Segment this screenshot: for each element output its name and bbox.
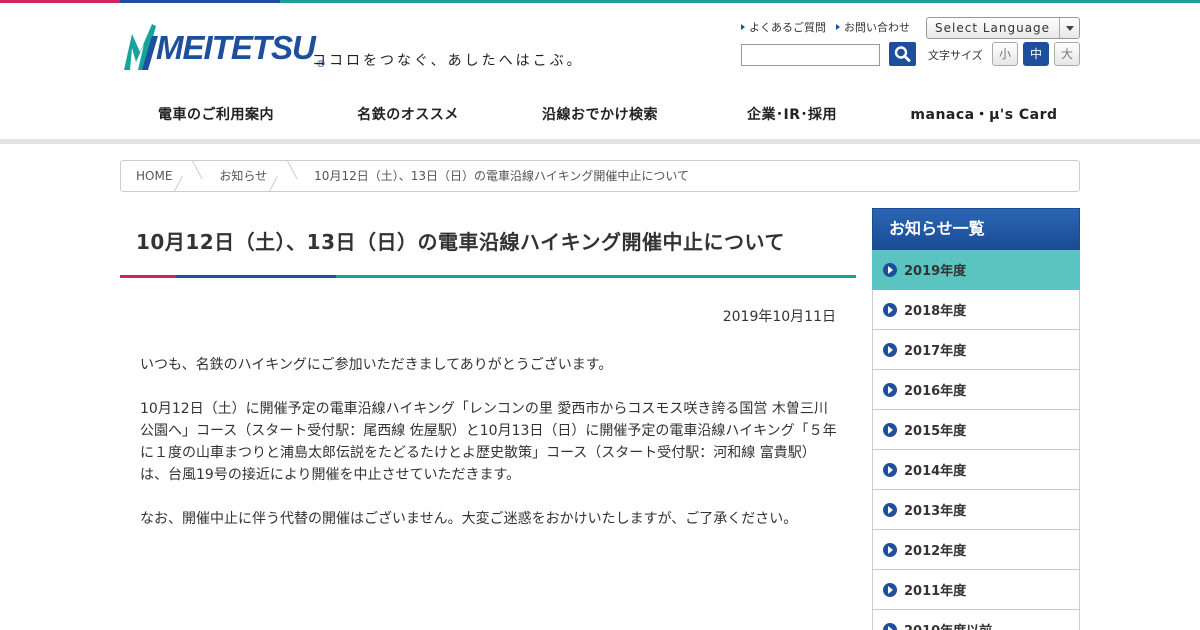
sidebar-item-2011[interactable]: 2011年度	[872, 570, 1080, 610]
global-nav: 電車のご利用案内 名鉄のオススメ 沿線おでかけ検索 企業･IR･採用 manac…	[120, 92, 1080, 136]
logo-text: MEITETSU	[156, 28, 316, 66]
arrow-circle-icon	[883, 462, 897, 477]
faq-link[interactable]: よくあるご質問	[741, 19, 826, 35]
search-icon	[894, 46, 911, 62]
article-paragraph: なお、開催中止に伴う代替の開催はございません。大変ご迷惑をおかけいたしますが、ご…	[140, 511, 798, 527]
search-input[interactable]	[741, 44, 880, 66]
article-paragraph: 10月12日（土）に開催予定の電車沿線ハイキング「レンコンの里 愛西市からコスモ…	[140, 401, 837, 483]
arrow-circle-icon	[883, 302, 897, 317]
sidebar-item-2017[interactable]: 2017年度	[872, 330, 1080, 370]
arrow-circle-icon	[883, 582, 897, 597]
nav-corporate[interactable]: 企業･IR･採用	[696, 92, 888, 136]
title-underline	[120, 275, 856, 278]
sidebar-item-2018[interactable]: 2018年度	[872, 290, 1080, 330]
breadcrumb: HOME お知らせ 10月12日（土）、13日（日）の電車沿線ハイキング開催中止…	[120, 160, 1080, 192]
nav-train-guide[interactable]: 電車のご利用案内	[120, 92, 312, 136]
search-button[interactable]	[889, 42, 916, 66]
triangle-right-icon	[836, 24, 840, 30]
nav-outing-search[interactable]: 沿線おでかけ検索	[504, 92, 696, 136]
sidebar-item-2013[interactable]: 2013年度	[872, 490, 1080, 530]
breadcrumb-home[interactable]: HOME	[121, 161, 194, 191]
nav-divider	[0, 139, 1200, 144]
chevron-down-icon	[1059, 18, 1079, 38]
arrow-circle-icon	[883, 502, 897, 517]
arrow-circle-icon	[883, 342, 897, 357]
article-paragraph: いつも、名鉄のハイキングにご参加いただきましてありがとうございます。	[140, 357, 613, 373]
sidebar-item-2010-earlier[interactable]: 2010年度以前	[872, 610, 1080, 630]
nav-manaca-card[interactable]: manaca・μ's Card	[888, 92, 1080, 136]
font-size-small-button[interactable]: 小	[992, 42, 1018, 66]
meitetsu-logo[interactable]: MEITETSU ®	[122, 22, 326, 72]
utility-links: よくあるご質問 お問い合わせ	[741, 19, 910, 35]
sidebar-item-2012[interactable]: 2012年度	[872, 530, 1080, 570]
arrow-circle-icon	[883, 382, 897, 397]
article-date: 2019年10月11日	[722, 309, 836, 325]
sidebar-item-2016[interactable]: 2016年度	[872, 370, 1080, 410]
top-color-bar	[0, 0, 1200, 3]
contact-link[interactable]: お問い合わせ	[836, 19, 910, 35]
page-title: 10月12日（土）、13日（日）の電車沿線ハイキング開催中止について	[136, 230, 785, 254]
news-sidebar: お知らせ一覧 2019年度 2018年度 2017年度 2016年度 2015年…	[872, 208, 1080, 630]
sidebar-title: お知らせ一覧	[872, 208, 1080, 250]
sidebar-item-2019[interactable]: 2019年度	[872, 250, 1080, 290]
meitetsu-logo-mark-icon	[124, 24, 158, 70]
arrow-circle-icon	[883, 542, 897, 557]
sidebar-list: 2019年度 2018年度 2017年度 2016年度 2015年度 2014年…	[872, 250, 1080, 630]
sidebar-item-2015[interactable]: 2015年度	[872, 410, 1080, 450]
tagline: ココロをつなぐ、あしたへはこぶ。	[312, 53, 584, 69]
breadcrumb-current: 10月12日（土）、13日（日）の電車沿線ハイキング開催中止について	[314, 169, 690, 183]
language-select-label: Select Language	[935, 21, 1051, 35]
breadcrumb-separator	[289, 161, 299, 191]
arrow-circle-icon	[883, 262, 897, 277]
font-size-label: 文字サイズ	[928, 49, 983, 62]
language-select[interactable]: Select Language	[926, 17, 1080, 39]
font-size-large-button[interactable]: 大	[1054, 42, 1080, 66]
breadcrumb-separator	[194, 161, 204, 191]
arrow-circle-icon	[883, 622, 897, 630]
sidebar-item-2014[interactable]: 2014年度	[872, 450, 1080, 490]
triangle-right-icon	[741, 24, 745, 30]
arrow-circle-icon	[883, 422, 897, 437]
nav-recommend[interactable]: 名鉄のオススメ	[312, 92, 504, 136]
font-size-medium-button[interactable]: 中	[1023, 42, 1049, 66]
